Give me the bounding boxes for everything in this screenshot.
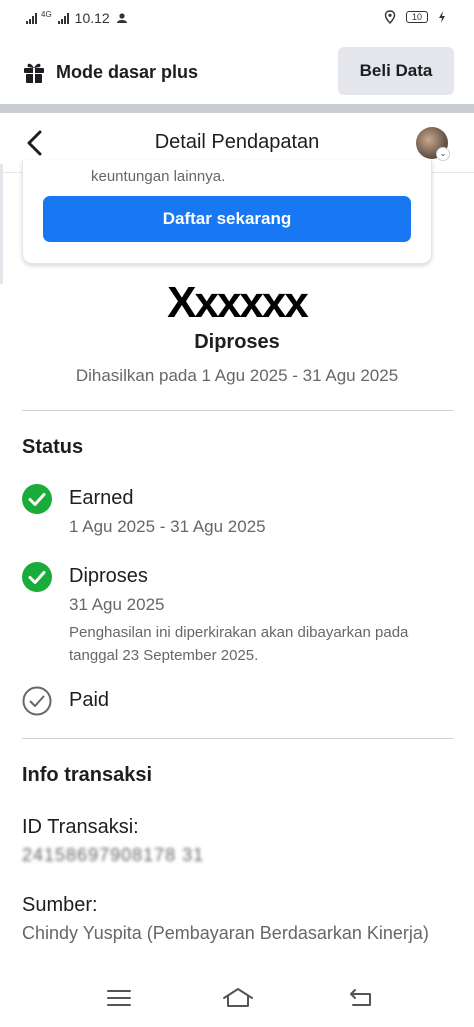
status-bar-right: 10 (384, 10, 446, 24)
menu-icon[interactable] (104, 985, 134, 1011)
free-mode-bar: Mode dasar plus Beli Data (0, 40, 474, 104)
step-earned-date: 1 Agu 2025 - 31 Agu 2025 (69, 517, 266, 536)
clock: 10.12 (74, 10, 110, 26)
contact-icon (116, 13, 127, 23)
buy-data-button[interactable]: Beli Data (338, 47, 454, 95)
earnings-amount: Xxxxxx (167, 278, 309, 327)
source-value: Chindy Yuspita (Pembayaran Berdasarkan K… (22, 923, 429, 943)
location-icon (384, 10, 396, 24)
earnings-state: Diproses (194, 331, 280, 353)
signal-icon-2 (57, 12, 69, 24)
charging-icon (439, 11, 445, 23)
transaction-id-label: ID Transaksi: (22, 816, 139, 838)
register-now-button[interactable]: Daftar sekarang (43, 196, 411, 242)
step-processed-note: Penghasilan ini diperkirakan akan dibaya… (69, 624, 409, 664)
check-circle-outline-icon (22, 686, 52, 716)
divider (0, 104, 474, 113)
card-edge (0, 164, 3, 284)
gift-icon (24, 63, 44, 83)
system-nav-bar (0, 971, 474, 1027)
divider (22, 738, 453, 739)
check-circle-icon (22, 484, 52, 514)
network-type: 4G (41, 9, 52, 19)
transaction-info-title: Info transaksi (22, 764, 153, 786)
check-circle-icon (22, 562, 52, 592)
earnings-period: Dihasilkan pada 1 Agu 2025 - 31 Agu 2025 (75, 366, 399, 385)
promo-card: keuntungan lainnya. Daftar sekarang (22, 160, 432, 264)
signal-icon (26, 12, 37, 24)
step-paid-title: Paid (69, 689, 110, 711)
chevron-down-icon[interactable]: ⌄ (436, 147, 450, 161)
step-processed-date: 31 Agu 2025 (69, 595, 165, 614)
home-icon[interactable] (221, 985, 255, 1011)
status-title: Status (22, 436, 84, 458)
page-title: Detail Pendapatan (154, 131, 320, 153)
step-processed-title: Diproses (69, 565, 148, 587)
mode-title: Mode dasar plus (56, 61, 199, 82)
step-earned-title: Earned (69, 487, 134, 509)
transaction-id-value: 24158697908178 31 (22, 845, 205, 865)
battery-icon: 10 (406, 11, 428, 23)
back-nav-icon[interactable] (346, 985, 376, 1011)
free-mode-label: Mode dasar plus (22, 60, 198, 84)
source-label: Sumber: (22, 894, 98, 916)
divider (22, 410, 453, 411)
status-bar-left: 4G 10.12 (26, 10, 128, 26)
status-bar: 4G 10.12 10 (0, 0, 474, 38)
promo-text: keuntungan lainnya. (91, 168, 226, 185)
